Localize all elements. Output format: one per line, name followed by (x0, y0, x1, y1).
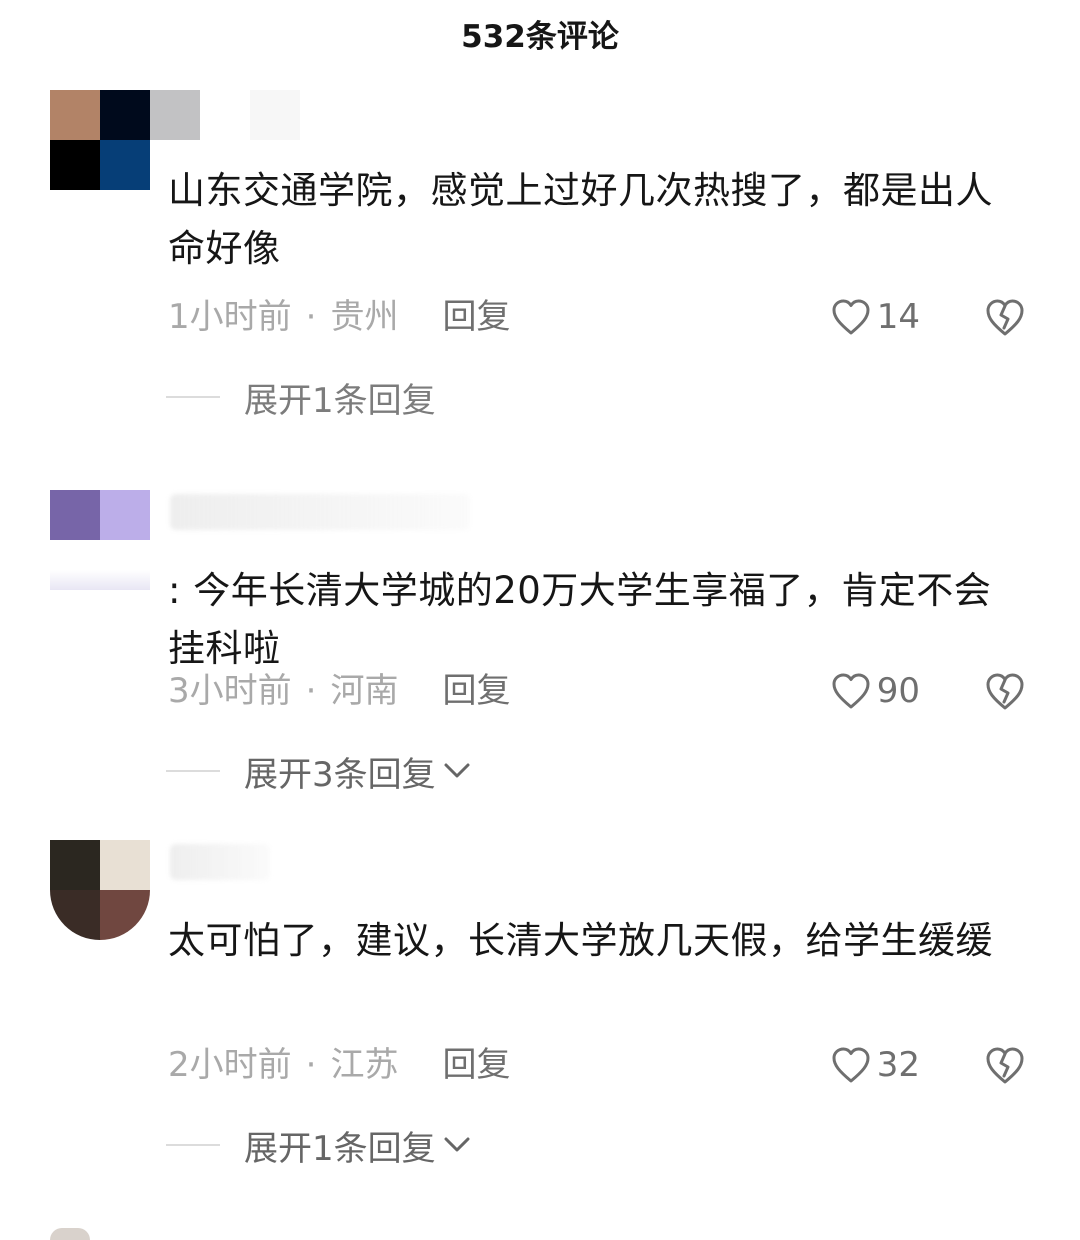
avatar-pixel (100, 840, 150, 890)
comment-text: : 今年长清大学城的20万大学生享福了，肯定不会挂科啦 (168, 569, 992, 670)
expand-replies-button[interactable]: 展开3条回复 (166, 746, 472, 796)
expand-replies-button[interactable]: 展开1条回复 (166, 372, 436, 422)
broken-heart-icon[interactable] (984, 1045, 1026, 1085)
comment-meta: 3小时前 · 河南 回复 (168, 666, 510, 716)
broken-heart-icon[interactable] (984, 297, 1026, 337)
avatar-pixel (50, 490, 100, 540)
expand-replies-button[interactable]: 展开1条回复 (166, 1120, 472, 1170)
comment-item: 山东交通学院，感觉上过好几次热搜了，都是出人命好像 1小时前 · 贵州 回复 14 展… (0, 90, 1080, 450)
avatar-pixel (50, 840, 100, 890)
avatar-pixel (100, 90, 150, 140)
comment-location: 河南 (330, 671, 399, 711)
divider-line (166, 396, 220, 398)
comment-text: 太可怕了，建议，长清大学放几天假，给学生缓缓 (168, 919, 993, 962)
heart-outline-icon (832, 673, 870, 709)
comment-time: 2小时前 (168, 1045, 292, 1085)
avatar-pixel (100, 540, 150, 590)
comment-time: 3小时前 (168, 671, 292, 711)
comment-item: 太可怕了，建议，长清大学放几天假，给学生缓缓 2小时前 · 江苏 回复 32 展开1条… (0, 840, 1080, 1200)
comment-meta: 2小时前 · 江苏 回复 (168, 1040, 510, 1090)
expand-replies-label: 展开1条回复 (244, 380, 436, 421)
avatar-pixel (100, 490, 150, 540)
reply-button[interactable]: 回复 (442, 671, 510, 711)
chevron-down-icon (444, 763, 470, 778)
like-count: 90 (876, 671, 920, 711)
comments-count-title: 532条评论 (461, 19, 619, 55)
comment-location: 贵州 (330, 297, 399, 337)
reply-button[interactable]: 回复 (442, 297, 510, 337)
avatar[interactable] (50, 1228, 90, 1240)
comment-location: 江苏 (330, 1045, 399, 1085)
comment-text: 山东交通学院，感觉上过好几次热搜了，都是出人命好像 (168, 169, 993, 270)
expand-replies-label: 展开1条回复 (244, 1128, 436, 1169)
avatar-extension (150, 90, 200, 140)
avatar-pixel (50, 540, 100, 590)
comment-item: : 今年长清大学城的20万大学生享福了，肯定不会挂科啦 3小时前 · 河南 回复 90… (0, 490, 1080, 850)
chevron-down-icon (444, 1137, 470, 1152)
meta-separator: · (305, 671, 317, 711)
username-blurred[interactable] (250, 90, 300, 140)
avatar[interactable] (50, 90, 150, 190)
avatar-pixel (50, 890, 100, 940)
like-button[interactable]: 90 (831, 666, 920, 716)
avatar-pixel (100, 890, 150, 940)
like-button[interactable]: 14 (831, 292, 920, 342)
like-count: 14 (876, 297, 920, 337)
heart-outline-icon (832, 1047, 870, 1083)
divider-line (166, 770, 220, 772)
divider-line (166, 1144, 220, 1146)
avatar-pixel (50, 140, 100, 190)
meta-separator: · (305, 1045, 317, 1085)
avatar[interactable] (50, 840, 150, 940)
expand-replies-label: 展开3条回复 (244, 754, 436, 795)
heart-outline-icon (832, 299, 870, 335)
avatar-pixel (50, 90, 100, 140)
avatar[interactable] (50, 490, 150, 590)
username-blurred[interactable] (170, 844, 270, 880)
like-count: 32 (876, 1045, 920, 1085)
meta-separator: · (305, 297, 317, 337)
username-blurred[interactable] (170, 494, 470, 530)
comment-meta: 1小时前 · 贵州 回复 (168, 292, 510, 342)
like-button[interactable]: 32 (831, 1040, 920, 1090)
reply-button[interactable]: 回复 (442, 1045, 510, 1085)
broken-heart-icon[interactable] (984, 671, 1026, 711)
avatar-pixel (100, 140, 150, 190)
comment-time: 1小时前 (168, 297, 292, 337)
